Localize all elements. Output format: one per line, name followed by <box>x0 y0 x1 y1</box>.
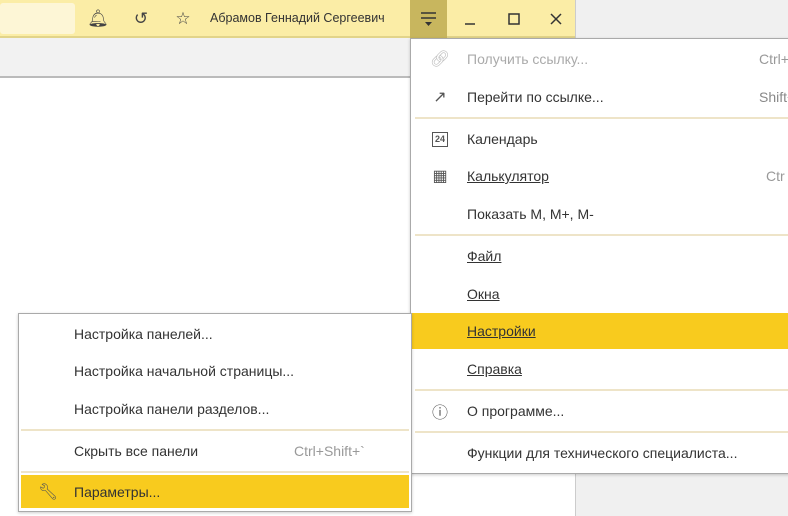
separator <box>415 234 788 236</box>
calendar-icon: 24 <box>432 131 448 147</box>
menu-item-show-memory[interactable]: Показать M, M+, M- <box>411 196 788 232</box>
separator <box>21 429 409 431</box>
history-icon[interactable]: ↺ <box>131 9 151 29</box>
star-icon[interactable]: ☆ <box>173 9 193 29</box>
main-menu: 🔗︎ Получить ссылку... Ctrl+ ↗ Перейти по сс… <box>410 38 788 474</box>
calculator-icon: ▦ <box>432 168 448 185</box>
minimize-button[interactable] <box>460 9 480 29</box>
submenu-item-start-page[interactable]: Настройка начальной страницы... <box>19 353 411 389</box>
info-icon: ⓘ <box>431 405 448 422</box>
separator <box>415 431 788 433</box>
menu-item-help[interactable]: Справка <box>411 351 788 387</box>
separator <box>21 471 409 473</box>
menu-item-about[interactable]: ⓘ О программе... <box>411 393 788 429</box>
wrench-icon: 🔧︎ <box>37 483 59 501</box>
submenu-item-parameters[interactable]: 🔧︎ Параметры... <box>21 475 409 508</box>
submenu-item-panels[interactable]: Настройка панелей... <box>19 316 411 352</box>
maximize-button[interactable] <box>504 9 524 29</box>
settings-submenu: Настройка панелей... Настройка начальной… <box>18 313 412 512</box>
separator <box>415 389 788 391</box>
submenu-item-sections-panel[interactable]: Настройка панели разделов... <box>19 391 411 427</box>
separator <box>415 117 788 119</box>
menu-item-settings[interactable]: Настройки <box>411 313 788 349</box>
submenu-item-hide-panels[interactable]: Скрыть все панели Ctrl+Shift+` <box>19 433 411 469</box>
menu-item-calculator[interactable]: ▦ Калькулятор Ctr <box>411 158 788 194</box>
bell-icon[interactable]: 🔔︎ <box>87 9 109 29</box>
menu-item-windows[interactable]: Окна <box>411 276 788 312</box>
goto-link-icon: ↗ <box>433 89 447 106</box>
menu-item-calendar[interactable]: 24 Календарь <box>411 121 788 157</box>
user-name[interactable]: Абрамов Геннадий Сергеевич <box>210 11 385 25</box>
menu-icon <box>421 12 436 26</box>
title-bar: 🔔︎ ↺ ☆ Абрамов Геннадий Сергеевич <box>0 0 575 38</box>
main-menu-button[interactable] <box>410 0 447 38</box>
menu-item-get-link[interactable]: 🔗︎ Получить ссылку... Ctrl+ <box>411 41 788 77</box>
link-icon: 🔗︎ <box>429 51 451 68</box>
search-field[interactable] <box>0 3 75 34</box>
menu-item-goto-link[interactable]: ↗Перейти по ссылке...Shift+ <box>411 79 788 115</box>
close-button[interactable] <box>546 9 566 29</box>
menu-item-tech-functions[interactable]: Функции для технического специалиста... <box>411 435 788 471</box>
menu-item-file[interactable]: Файл <box>411 238 788 274</box>
